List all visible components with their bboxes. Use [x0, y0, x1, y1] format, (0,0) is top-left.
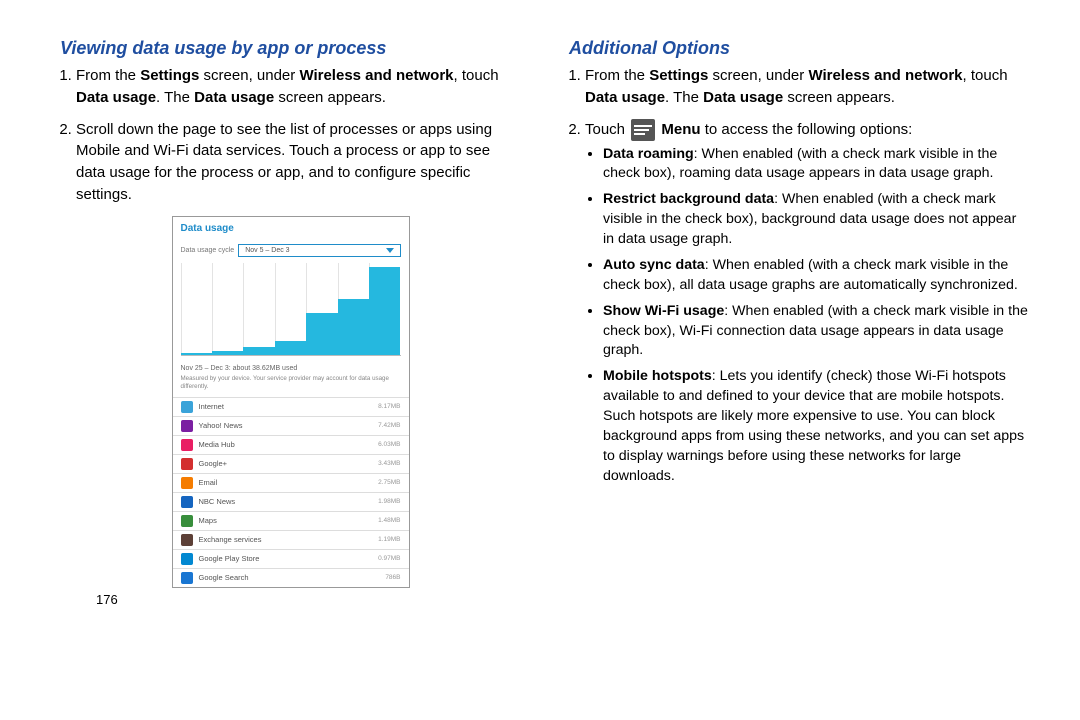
- chevron-down-icon: [386, 248, 394, 253]
- t: Touch: [585, 121, 629, 138]
- app-icon: [181, 477, 193, 489]
- option-title: Data roaming: [603, 146, 694, 162]
- right-step-2: Touch Menu to access the following optio…: [585, 119, 1030, 487]
- app-row[interactable]: Google+ 3.43MB: [173, 454, 409, 473]
- app-value: 786B: [385, 574, 400, 581]
- app-value: 1.98MB: [378, 498, 400, 505]
- t: Data usage: [194, 89, 274, 106]
- app-icon: [181, 515, 193, 527]
- t: Wireless and network: [808, 67, 962, 84]
- app-value: 1.19MB: [378, 536, 400, 543]
- app-icon: [181, 534, 193, 546]
- data-usage-screenshot: Data usage Data usage cycle Nov 5 – Dec …: [172, 216, 410, 588]
- app-value: 2.75MB: [378, 479, 400, 486]
- app-row[interactable]: Google Search 786B: [173, 568, 409, 587]
- app-name: Yahoo! News: [199, 421, 373, 430]
- menu-icon: [631, 119, 655, 141]
- option-title: Mobile hotspots: [603, 368, 712, 384]
- app-name: Email: [199, 478, 373, 487]
- app-row[interactable]: NBC News 1.98MB: [173, 492, 409, 511]
- t: Data usage: [703, 89, 783, 106]
- option-item: Data roaming: When enabled (with a check…: [603, 145, 1030, 185]
- t: . The: [156, 89, 194, 106]
- option-item: Restrict background data: When enabled (…: [603, 190, 1030, 250]
- page-number: 176: [96, 592, 521, 607]
- app-icon: [181, 496, 193, 508]
- app-row[interactable]: Email 2.75MB: [173, 473, 409, 492]
- t: Data usage: [76, 89, 156, 106]
- usage-note: Measured by your device. Your service pr…: [173, 375, 409, 397]
- app-value: 6.03MB: [378, 441, 400, 448]
- option-title: Auto sync data: [603, 257, 705, 273]
- option-item: Mobile hotspots: Lets you identify (chec…: [603, 367, 1030, 486]
- app-name: Exchange services: [199, 535, 373, 544]
- t: screen, under: [708, 67, 808, 84]
- app-name: Media Hub: [199, 440, 373, 449]
- right-heading: Additional Options: [569, 38, 1030, 59]
- left-heading: Viewing data usage by app or process: [60, 38, 521, 59]
- app-value: 7.42MB: [378, 422, 400, 429]
- t: Data usage: [585, 89, 665, 106]
- t: screen appears.: [783, 89, 895, 106]
- app-name: Google+: [199, 459, 373, 468]
- app-value: 8.17MB: [378, 403, 400, 410]
- app-row[interactable]: Media Hub 6.03MB: [173, 435, 409, 454]
- right-step-1: From the Settings screen, under Wireless…: [585, 65, 1030, 109]
- t: From the: [585, 67, 649, 84]
- left-step-2: Scroll down the page to see the list of …: [76, 119, 521, 206]
- t: Menu: [661, 121, 700, 138]
- app-row[interactable]: Exchange services 1.19MB: [173, 530, 409, 549]
- app-icon: [181, 458, 193, 470]
- t: . The: [665, 89, 703, 106]
- left-step-1: From the Settings screen, under Wireless…: [76, 65, 521, 109]
- option-title: Show Wi-Fi usage: [603, 303, 724, 319]
- app-value: 0.97MB: [378, 555, 400, 562]
- app-icon: [181, 420, 193, 432]
- option-item: Auto sync data: When enabled (with a che…: [603, 256, 1030, 296]
- cycle-label: Data usage cycle: [181, 247, 235, 254]
- app-name: Google Search: [199, 573, 380, 582]
- t: screen appears.: [274, 89, 386, 106]
- t: Wireless and network: [299, 67, 453, 84]
- t: to access the following options:: [701, 121, 913, 138]
- app-row[interactable]: Google Play Store 0.97MB: [173, 549, 409, 568]
- app-row[interactable]: Maps 1.48MB: [173, 511, 409, 530]
- cycle-value: Nov 5 – Dec 3: [245, 247, 289, 254]
- app-name: Internet: [199, 402, 373, 411]
- app-name: Google Play Store: [199, 554, 373, 563]
- app-value: 1.48MB: [378, 517, 400, 524]
- app-icon: [181, 401, 193, 413]
- app-icon: [181, 553, 193, 565]
- cycle-dropdown[interactable]: Nov 5 – Dec 3: [238, 244, 400, 257]
- app-value: 3.43MB: [378, 460, 400, 467]
- t: screen, under: [199, 67, 299, 84]
- t: Settings: [649, 67, 708, 84]
- option-title: Restrict background data: [603, 191, 774, 207]
- t: , touch: [963, 67, 1008, 84]
- t: Settings: [140, 67, 199, 84]
- app-icon: [181, 439, 193, 451]
- app-name: Maps: [199, 516, 373, 525]
- app-icon: [181, 572, 193, 584]
- app-row[interactable]: Internet 8.17MB: [173, 397, 409, 416]
- phone-title: Data usage: [173, 217, 409, 244]
- t: , touch: [454, 67, 499, 84]
- option-item: Show Wi-Fi usage: When enabled (with a c…: [603, 302, 1030, 362]
- option-desc: : Lets you identify (check) those Wi-Fi …: [603, 368, 1024, 483]
- usage-bar-chart: [181, 263, 401, 356]
- app-name: NBC News: [199, 497, 373, 506]
- usage-summary: Nov 25 – Dec 3: about 38.62MB used: [173, 356, 409, 375]
- app-row[interactable]: Yahoo! News 7.42MB: [173, 416, 409, 435]
- t: From the: [76, 67, 140, 84]
